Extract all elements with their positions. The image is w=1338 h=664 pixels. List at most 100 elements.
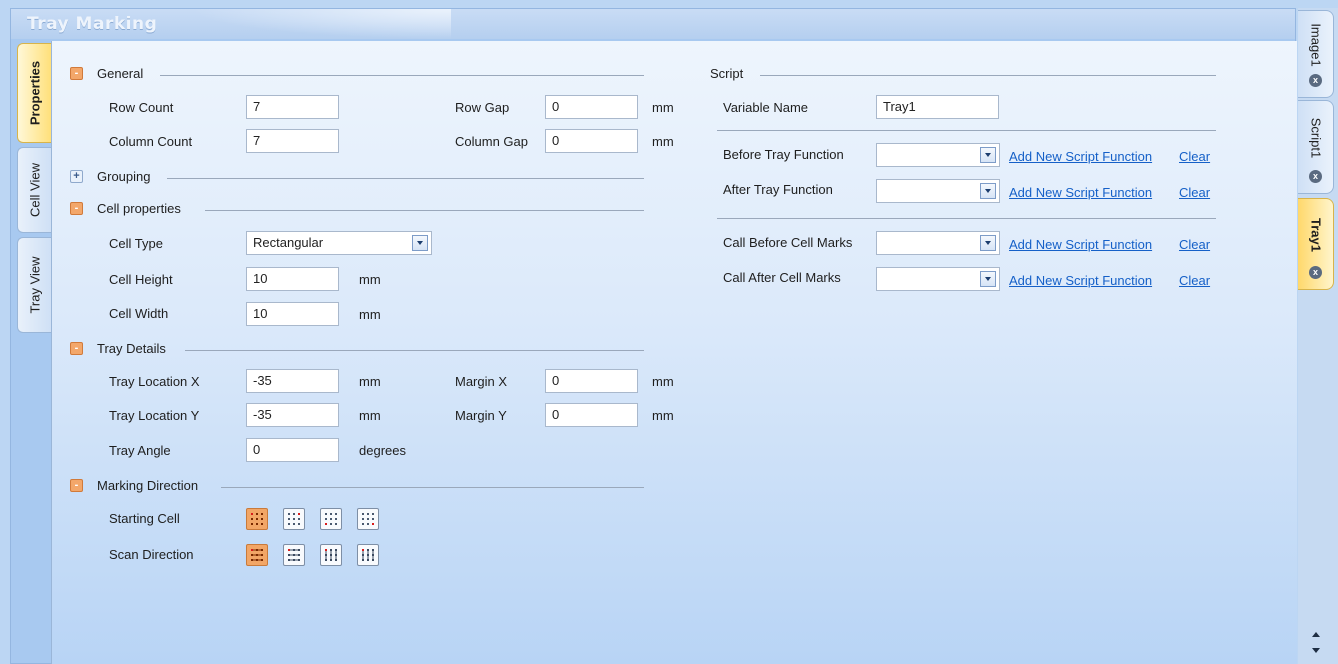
cell-properties-divider [205,210,644,211]
after-tray-add-function-link[interactable]: Add New Script Function [1009,185,1152,200]
scan-columns-top-bottom-icon [325,549,337,561]
row-count-label: Row Count [109,100,174,115]
after-tray-clear-link[interactable]: Clear [1179,185,1210,200]
start-top-left-button[interactable] [246,508,268,530]
tray-angle-input[interactable]: 0 [246,438,339,462]
column-gap-unit: mm [652,134,674,149]
general-collapse-button[interactable]: - [70,67,83,80]
cell-height-unit: mm [359,272,381,287]
script-section-title: Script [710,66,744,81]
close-icon[interactable]: x [1309,266,1322,279]
tab-properties[interactable]: Properties [17,43,51,143]
chevron-down-icon[interactable] [980,147,996,163]
scan-rows-serpentine-icon [288,549,300,561]
before-tray-clear-link[interactable]: Clear [1179,149,1210,164]
close-icon[interactable]: x [1309,74,1322,87]
scan-columns-serpentine-icon [362,549,374,561]
chevron-down-icon[interactable] [980,271,996,287]
before-cell-clear-link[interactable]: Clear [1179,237,1210,252]
scan-rows-serpentine-button[interactable] [283,544,305,566]
properties-panel: - General Row Count 7 Row Gap 0 mm Colum… [51,41,1297,664]
before-tray-function-select[interactable] [876,143,1000,167]
start-top-right-button[interactable] [283,508,305,530]
grouping-section-title: Grouping [97,169,151,184]
grouping-expand-button[interactable]: + [70,170,83,183]
after-cell-add-function-link[interactable]: Add New Script Function [1009,273,1152,288]
column-count-input[interactable]: 7 [246,129,339,153]
tab-tray-view-label: Tray View [27,256,42,314]
tray-angle-label: Tray Angle [109,443,171,458]
start-bottom-left-icon [325,513,337,525]
before-cell-add-function-link[interactable]: Add New Script Function [1009,237,1152,252]
title-bar: Tray Marking [11,9,1295,39]
after-tray-function-select[interactable] [876,179,1000,203]
margin-x-input[interactable]: 0 [545,369,638,393]
marking-direction-collapse-button[interactable]: - [70,479,83,492]
variable-name-label: Variable Name [723,100,809,115]
tray-location-x-unit: mm [359,374,381,389]
cell-width-label: Cell Width [109,306,169,321]
scan-columns-top-bottom-button[interactable] [320,544,342,566]
title-swoosh [191,9,451,39]
variable-name-input[interactable]: Tray1 [876,95,999,119]
cell-width-unit: mm [359,307,381,322]
tray-location-x-input[interactable]: -35 [246,369,339,393]
start-bottom-right-button[interactable] [357,508,379,530]
script-separator-2 [717,218,1216,219]
cell-type-value: Rectangular [253,235,324,250]
margin-y-label: Margin Y [455,408,507,423]
scroll-down-icon[interactable] [1312,648,1320,653]
window-title: Tray Marking [27,14,158,34]
doc-tab-tray1[interactable]: Tray1 x [1298,198,1334,290]
after-cell-marks-label: Call After Cell Marks [723,270,841,285]
tab-tray-view[interactable]: Tray View [17,237,51,333]
before-tray-function-label: Before Tray Function [723,147,844,162]
margin-x-label: Margin X [455,374,508,389]
tray-details-section-title: Tray Details [97,341,166,356]
tray-details-collapse-button[interactable]: - [70,342,83,355]
close-icon[interactable]: x [1309,170,1322,183]
marking-direction-section-title: Marking Direction [97,478,199,493]
general-divider [160,75,644,76]
margin-y-input[interactable]: 0 [545,403,638,427]
scan-columns-serpentine-button[interactable] [357,544,379,566]
tray-location-y-unit: mm [359,408,381,423]
before-tray-add-function-link[interactable]: Add New Script Function [1009,149,1152,164]
after-cell-clear-link[interactable]: Clear [1179,273,1210,288]
cell-height-input[interactable]: 10 [246,267,339,291]
tray-location-y-input[interactable]: -35 [246,403,339,427]
doc-tab-script1[interactable]: Script1 x [1298,100,1334,194]
row-gap-input[interactable]: 0 [545,95,638,119]
chevron-down-icon[interactable] [980,183,996,199]
doc-tab-script1-label: Script1 [1308,117,1323,159]
after-cell-marks-select[interactable] [876,267,1000,291]
row-gap-label: Row Gap [455,100,510,115]
left-tab-strip: Properties Cell View Tray View [11,43,51,663]
margin-y-unit: mm [652,408,674,423]
cell-properties-collapse-button[interactable]: - [70,202,83,215]
start-top-right-icon [288,513,300,525]
cell-width-input[interactable]: 10 [246,302,339,326]
start-bottom-right-icon [362,513,374,525]
tray-location-x-label: Tray Location X [109,374,200,389]
row-gap-unit: mm [652,100,674,115]
cell-height-label: Cell Height [109,272,173,287]
chevron-down-icon[interactable] [412,235,428,251]
doc-tab-image1[interactable]: Image1 x [1298,10,1334,98]
start-bottom-left-button[interactable] [320,508,342,530]
before-cell-marks-label: Call Before Cell Marks [723,235,853,250]
margin-x-unit: mm [652,374,674,389]
column-gap-label: Column Gap [455,134,528,149]
cell-type-select[interactable]: Rectangular [246,231,432,255]
start-top-left-icon [251,513,263,525]
column-gap-input[interactable]: 0 [545,129,638,153]
chevron-down-icon[interactable] [980,235,996,251]
scan-rows-left-right-button[interactable] [246,544,268,566]
doc-tab-image1-label: Image1 [1308,23,1323,68]
scroll-up-icon[interactable] [1312,632,1320,637]
before-cell-marks-select[interactable] [876,231,1000,255]
column-count-label: Column Count [109,134,193,149]
tab-cell-view[interactable]: Cell View [17,147,51,233]
tray-angle-unit: degrees [359,443,406,458]
row-count-input[interactable]: 7 [246,95,339,119]
